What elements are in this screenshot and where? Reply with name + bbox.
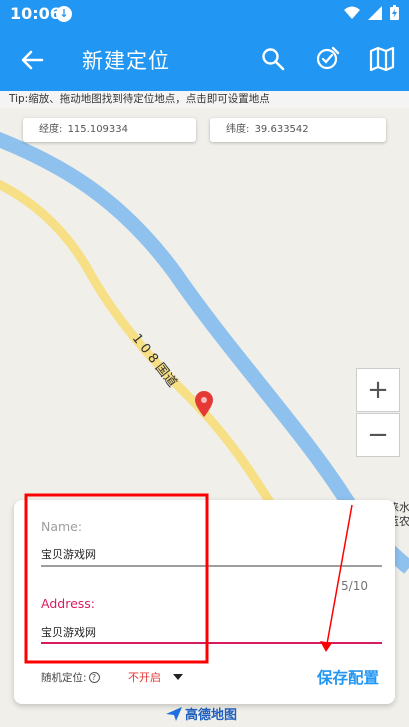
status-icons [344, 5, 399, 20]
location-form-card: Name: 宝贝游戏网 5/10 Address: 宝贝游戏网 随机定位: ? … [14, 500, 395, 704]
latitude-value: 39.633542 [254, 124, 309, 135]
road-label: 1 0 8 国道 [129, 331, 180, 390]
back-arrow-icon[interactable] [18, 46, 46, 74]
location-pin-icon [195, 391, 213, 417]
app-bar: 新建定位 [0, 28, 409, 91]
name-label: Name: [41, 519, 83, 534]
status-bar: 10:06 ↓ [0, 0, 409, 28]
random-location-value: 不开启 [128, 671, 161, 684]
amap-logo-text: 高德地图 [185, 708, 238, 723]
random-location-select[interactable]: 不开启 [128, 669, 183, 685]
wifi-icon [344, 6, 360, 19]
battery-icon [390, 5, 399, 20]
map-icon[interactable] [369, 46, 395, 72]
signal-icon [368, 5, 382, 20]
save-config-button[interactable]: 保存配置 [317, 666, 379, 688]
latitude-label: 纬度: [226, 124, 250, 135]
map-view[interactable]: 1 0 8 国道 涞水 蓝农 经度: 115.109334 纬度: 39.633… [0, 108, 409, 727]
longitude-box: 经度: 115.109334 [23, 118, 196, 142]
amap-logo: 高德地图 [166, 704, 237, 723]
address-input[interactable]: 宝贝游戏网 [41, 624, 96, 640]
zoom-in-button[interactable]: + [356, 368, 400, 412]
status-time: 10:06 [10, 4, 61, 23]
zoom-out-button[interactable]: − [356, 413, 400, 457]
longitude-label: 经度: [39, 124, 63, 135]
amap-logo-icon [166, 706, 182, 721]
address-underline [41, 642, 382, 644]
name-input[interactable]: 宝贝游戏网 [41, 546, 96, 562]
name-underline [41, 565, 382, 567]
address-label: Address: [41, 596, 95, 611]
random-location-label-group: 随机定位: ? [41, 670, 100, 685]
page-title: 新建定位 [82, 49, 170, 73]
help-icon[interactable]: ? [88, 672, 100, 683]
tip-text: Tip:缩放、拖动地图找到待定位地点，点击即可设置地点 [0, 91, 409, 108]
latitude-box: 纬度: 39.633542 [210, 118, 386, 142]
random-location-label: 随机定位: [41, 672, 87, 684]
longitude-value: 115.109334 [67, 124, 129, 135]
search-icon[interactable] [260, 46, 286, 72]
screen: 10:06 ↓ 新建定位 Tip:缩放、拖动地图找到待定位地点，点击即可设置地点 [0, 0, 409, 727]
download-icon: ↓ [56, 6, 72, 22]
dropdown-arrow-icon [173, 674, 183, 680]
location-check-icon[interactable] [315, 46, 341, 72]
name-char-counter: 5/10 [341, 579, 368, 593]
